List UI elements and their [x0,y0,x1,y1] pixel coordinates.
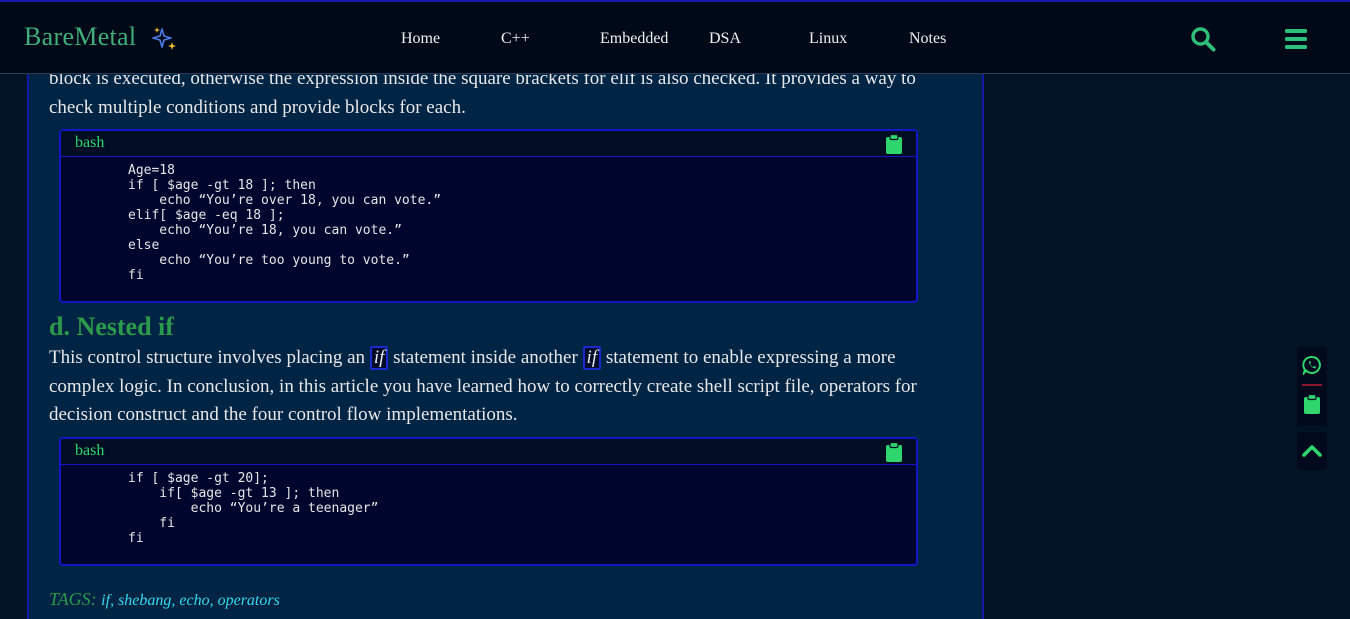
inline-code-if: if [582,346,602,370]
nav-home[interactable]: Home [401,30,440,48]
tags-label: TAGS: [49,589,97,609]
search-icon[interactable] [1190,26,1216,52]
tag-separator: , [209,592,218,609]
site-logo[interactable]: BareMetal [24,22,136,52]
nav-linux[interactable]: Linux [809,30,847,48]
nav-cpp[interactable]: C++ [501,30,530,48]
nav-embedded[interactable]: Embedded [600,30,668,48]
hamburger-menu-icon[interactable] [1284,27,1308,51]
code-block-header: bash [61,131,916,157]
paragraph-nested-if: This control structure involves placing … [49,346,917,425]
code-block-elif: bash Age=18 if [ $age -gt 18 ]; then ech… [59,129,918,303]
code-text: if [ $age -gt 20]; if[ $age -gt 13 ]; th… [128,471,379,546]
inline-code-if: if [369,346,389,370]
scroll-to-top-button[interactable] [1297,432,1327,470]
section-heading-nested-if: d. Nested if [49,312,174,341]
tags-row: TAGS: if, shebang, echo, operators [49,589,280,610]
code-language-label: bash [75,442,105,459]
clipboard-icon[interactable] [886,134,902,154]
article-content: block is executed, otherwise the express… [27,40,984,619]
nav-notes[interactable]: Notes [909,30,946,48]
site-header: BareMetal Home C++ Embedded DSA Linux No… [0,0,1350,74]
clipboard-icon[interactable] [1302,394,1322,414]
whatsapp-icon[interactable] [1302,355,1322,375]
code-text: Age=18 if [ $age -gt 18 ]; then echo “Yo… [128,163,442,283]
tag-link[interactable]: if [101,592,110,609]
tag-link[interactable]: operators [218,592,280,609]
tag-separator: , [110,592,119,609]
code-block-nested-if: bash if [ $age -gt 20]; if[ $age -gt 13 … [59,437,918,566]
tag-link[interactable]: shebang [118,592,171,609]
code-language-label: bash [75,134,105,151]
floating-share-bar [1297,347,1327,426]
chevron-up-icon [1302,445,1322,457]
divider [1302,384,1322,386]
tag-link[interactable]: echo [179,592,209,609]
nav-dsa[interactable]: DSA [709,30,741,48]
clipboard-icon[interactable] [886,442,902,462]
code-block-header: bash [61,439,916,465]
sparkles-icon [152,27,176,50]
